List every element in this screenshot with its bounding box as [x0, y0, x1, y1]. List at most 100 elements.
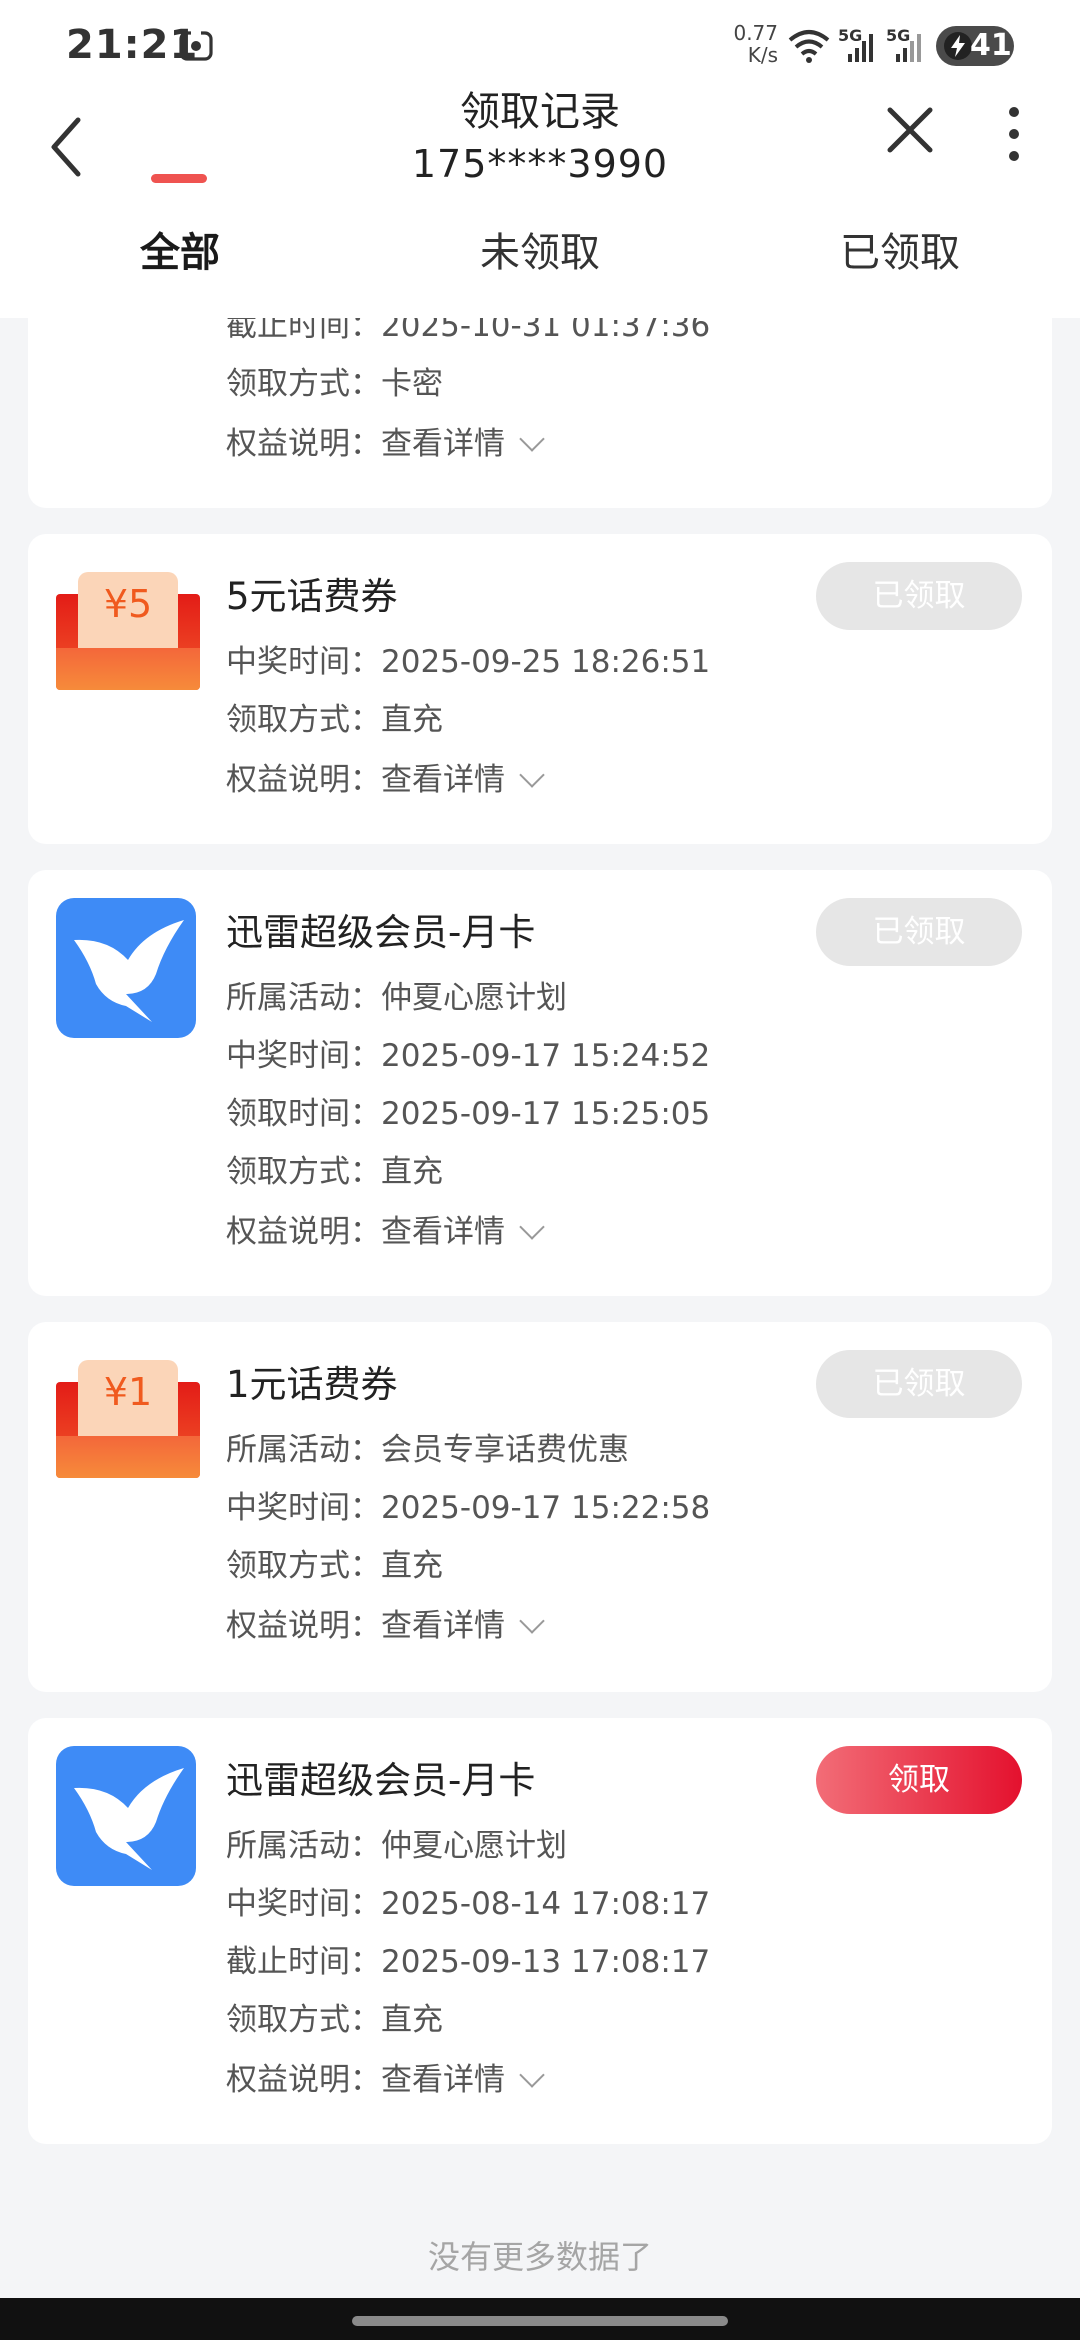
record-row: 领取方式：卡密	[226, 358, 443, 403]
row-value: 仲夏心愿计划	[381, 980, 567, 1016]
row-key: 权益说明：	[226, 2062, 381, 2098]
record-row-details[interactable]: 权益说明：查看详情	[226, 1600, 545, 1645]
record-row: 所属活动：会员专享话费优惠	[226, 1424, 629, 1469]
row-value: 2025-08-14 17:08:17	[381, 1886, 711, 1922]
close-icon	[887, 107, 933, 153]
row-key: 领取方式：	[226, 2002, 381, 2038]
record-row: 中奖时间：2025-09-17 15:24:52	[226, 1030, 710, 1075]
row-key: 截止时间：	[226, 1944, 381, 1980]
hummingbird-icon	[74, 1768, 184, 1870]
row-key: 中奖时间：	[226, 1490, 381, 1526]
reward-title: 迅雷超级会员-月卡	[226, 1759, 536, 1802]
record-row: 中奖时间：2025-08-14 17:08:17	[226, 1878, 710, 1923]
chevron-down-icon	[519, 426, 545, 452]
chevron-down-icon	[519, 1214, 545, 1240]
more-vertical-icon	[1009, 107, 1019, 161]
view-details-link[interactable]: 查看详情	[381, 1214, 505, 1250]
view-details-link[interactable]: 查看详情	[381, 2062, 505, 2098]
wifi-icon	[786, 26, 832, 70]
net-speed: 0.77 K/s	[732, 22, 778, 66]
reward-title: 1元话费券	[226, 1363, 398, 1406]
envelope-flap	[56, 648, 200, 690]
record-row: 领取方式：直充	[226, 694, 443, 739]
record-row-details[interactable]: 权益说明：查看详情	[226, 2054, 545, 2099]
tab-all[interactable]: 全部	[80, 218, 280, 318]
record-card: 迅雷超级会员-月卡 领取 所属活动：仲夏心愿计划 中奖时间：2025-08-14…	[28, 1718, 1052, 2144]
reward-title: 5元话费券	[226, 575, 398, 618]
claimed-button[interactable]: 已领取	[816, 898, 1022, 966]
chevron-down-icon	[519, 1608, 545, 1634]
row-value: 2025-09-17 15:24:52	[381, 1038, 711, 1074]
tab-unclaimed-label: 未领取	[480, 230, 600, 276]
chevron-down-icon	[519, 762, 545, 788]
coupon-icon: ¥1	[56, 1360, 200, 1478]
row-value: 仲夏心愿计划	[381, 1828, 567, 1864]
status-bar: 21:21 0.77 K/s 5G 5G 41	[0, 0, 1080, 90]
view-details-link[interactable]: 查看详情	[381, 762, 505, 798]
record-row: 领取方式：直充	[226, 1146, 443, 1191]
close-button[interactable]	[880, 100, 940, 160]
more-button[interactable]	[994, 104, 1034, 164]
tab-all-label: 全部	[140, 230, 220, 276]
net-speed-unit: K/s	[747, 43, 778, 67]
home-indicator[interactable]	[352, 2316, 728, 2326]
row-key: 领取方式：	[226, 1154, 381, 1190]
record-row-details[interactable]: 权益说明：查看详情	[226, 418, 545, 463]
record-row: 中奖时间：2025-09-17 15:22:58	[226, 1482, 710, 1527]
row-value: 直充	[381, 1548, 443, 1584]
no-more-data-text: 没有更多数据了	[427, 2238, 652, 2276]
envelope-flap	[56, 1436, 200, 1478]
row-key: 权益说明：	[226, 1214, 381, 1250]
row-value: 2025-09-13 17:08:17	[381, 1944, 711, 1980]
record-row: 所属活动：仲夏心愿计划	[226, 1820, 567, 1865]
xunlei-app-icon	[56, 898, 196, 1038]
row-key: 所属活动：	[226, 1828, 381, 1864]
row-key: 所属活动：	[226, 980, 381, 1016]
record-row: 领取方式：直充	[226, 1540, 443, 1585]
row-value: 2025-09-17 15:25:05	[381, 1096, 711, 1132]
record-row-details[interactable]: 权益说明：查看详情	[226, 1206, 545, 1251]
row-key: 领取方式：	[226, 1548, 381, 1584]
record-row: 截止时间：2025-09-13 17:08:17	[226, 1936, 710, 1981]
record-row-details[interactable]: 权益说明：查看详情	[226, 754, 545, 799]
view-details-link[interactable]: 查看详情	[381, 1608, 505, 1644]
header-foreground: 领取记录 175****3990 全部 未领取 已领取	[0, 89, 1080, 318]
bolt-icon	[944, 32, 972, 60]
chevron-down-icon	[519, 2062, 545, 2088]
record-row: 领取时间：2025-09-17 15:25:05	[226, 1088, 710, 1133]
app-root: 21:21 0.77 K/s 5G 5G 41 领取记录	[0, 0, 1080, 2340]
coupon-amount: ¥5	[103, 582, 153, 626]
net-speed-value: 0.77	[733, 21, 778, 45]
battery-percent: 41	[970, 28, 1012, 63]
claimed-button[interactable]: 已领取	[816, 1350, 1022, 1418]
coupon-amount: ¥1	[103, 1370, 153, 1414]
row-value: 直充	[381, 702, 443, 738]
xunlei-app-icon	[56, 1746, 196, 1886]
record-row: 所属活动：仲夏心愿计划	[226, 972, 567, 1017]
active-tab-indicator	[151, 174, 207, 183]
row-key: 权益说明：	[226, 762, 381, 798]
row-value: 直充	[381, 1154, 443, 1190]
tab-claimed[interactable]: 已领取	[800, 218, 1000, 318]
screenshot-icon	[178, 28, 214, 64]
record-card: ¥1 1元话费券 已领取 所属活动：会员专享话费优惠 中奖时间：2025-09-…	[28, 1322, 1052, 1692]
record-row: 中奖时间：2025-09-25 18:26:51	[226, 636, 710, 681]
row-value: 直充	[381, 2002, 443, 2038]
row-key: 领取时间：	[226, 1096, 381, 1132]
row-key: 权益说明：	[226, 426, 381, 462]
claimed-button[interactable]: 已领取	[816, 562, 1022, 630]
view-details-link[interactable]: 查看详情	[381, 426, 505, 462]
battery-charging-icon: 41	[936, 26, 1014, 66]
row-key: 中奖时间：	[226, 644, 381, 680]
claim-button[interactable]: 领取	[816, 1746, 1022, 1814]
tab-bar: 全部 未领取 已领取	[0, 218, 1080, 318]
reward-title: 迅雷超级会员-月卡	[226, 911, 536, 954]
row-value: 会员专享话费优惠	[381, 1432, 629, 1468]
tab-unclaimed[interactable]: 未领取	[440, 218, 640, 318]
row-key: 权益说明：	[226, 1608, 381, 1644]
tab-claimed-label: 已领取	[840, 230, 960, 276]
row-key: 所属活动：	[226, 1432, 381, 1468]
row-key: 领取方式：	[226, 366, 381, 402]
hummingbird-icon	[74, 920, 184, 1022]
coupon-icon: ¥5	[56, 572, 200, 690]
